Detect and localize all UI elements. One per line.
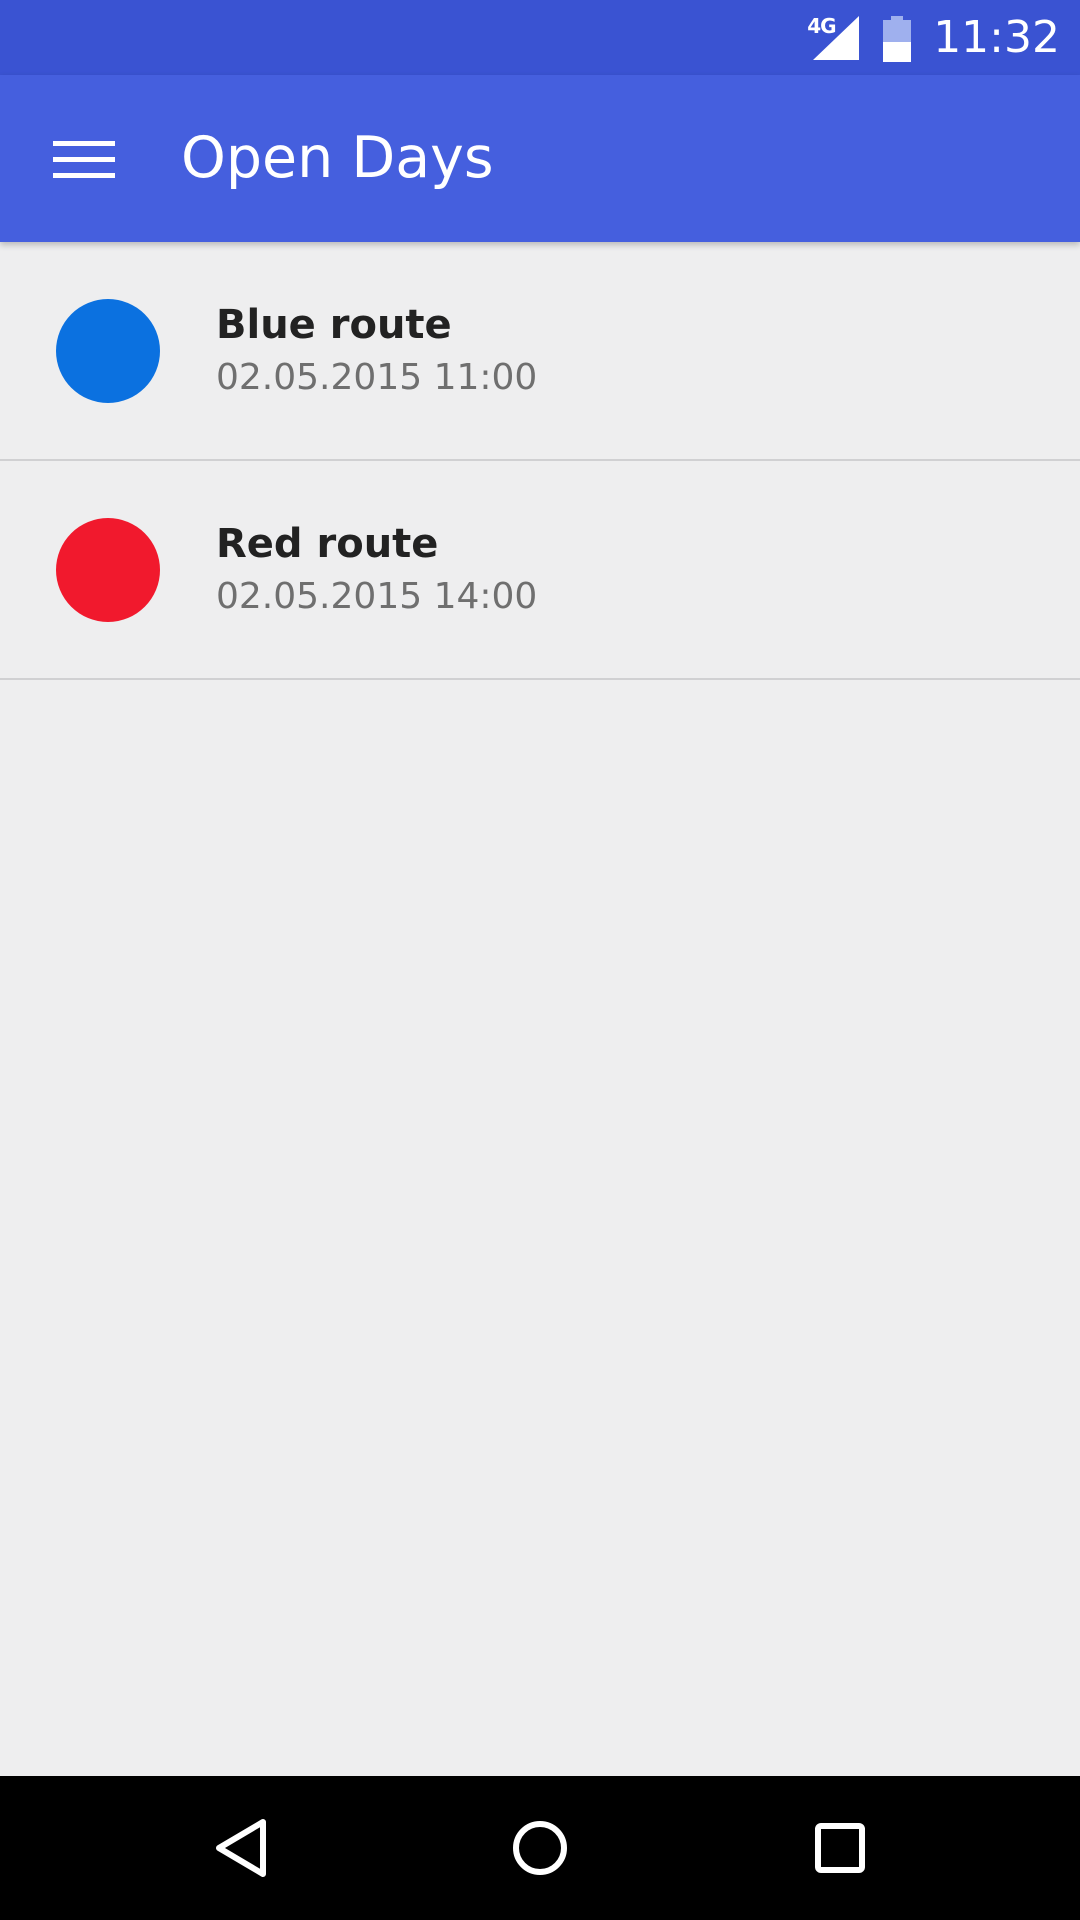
page-title: Open Days [181, 125, 494, 191]
status-bar: 4G 11:32 [0, 0, 1080, 75]
hamburger-menu-icon [53, 141, 115, 178]
home-icon [513, 1821, 567, 1875]
route-color-dot [56, 518, 160, 622]
status-icons: 4G 11:32 [805, 0, 1060, 75]
home-button[interactable] [495, 1808, 585, 1888]
route-list: Blue route 02.05.2015 11:00 Red route 02… [0, 242, 1080, 680]
recents-button[interactable] [795, 1808, 885, 1888]
app-bar: Open Days [0, 75, 1080, 242]
back-icon [216, 1819, 266, 1877]
system-nav-bar [0, 1776, 1080, 1920]
route-color-dot [56, 299, 160, 403]
status-clock: 11:32 [933, 12, 1060, 63]
signal-icon [813, 16, 860, 60]
signal-indicator: 4G [805, 0, 861, 75]
route-datetime: 02.05.2015 14:00 [216, 576, 538, 617]
list-item-red-route[interactable]: Red route 02.05.2015 14:00 [0, 461, 1080, 680]
list-item-blue-route[interactable]: Blue route 02.05.2015 11:00 [0, 242, 1080, 461]
menu-button[interactable] [36, 119, 132, 199]
recents-icon [815, 1823, 865, 1873]
battery-icon [883, 15, 912, 62]
back-button[interactable] [196, 1808, 286, 1888]
route-name: Blue route [216, 302, 452, 348]
route-datetime: 02.05.2015 11:00 [216, 357, 538, 398]
route-name: Red route [216, 521, 439, 567]
